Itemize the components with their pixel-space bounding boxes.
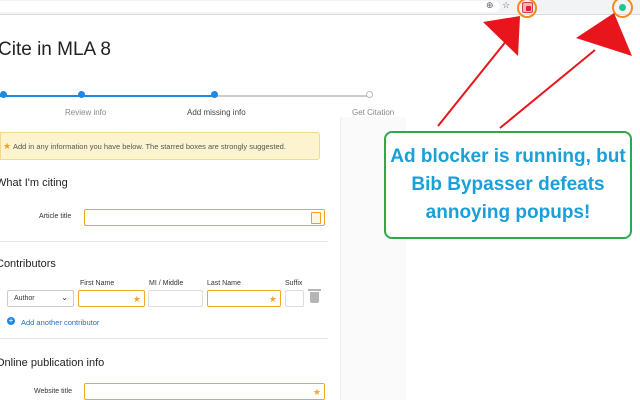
first-name-label: First Name — [80, 280, 115, 287]
arrow-head-left — [483, 16, 520, 56]
star-icon: ★ — [3, 141, 12, 151]
annotation-callout: Ad blocker is running, but Bib Bypasser … — [384, 131, 632, 239]
page-title: Cite in MLA 8 — [0, 39, 111, 60]
header-card: Cite in MLA 8 Review info Add missing in… — [0, 15, 406, 117]
star-icon: ★ — [132, 294, 141, 304]
star-icon: ★ — [312, 387, 321, 397]
star-icon: ★ — [268, 294, 277, 304]
website-title-input[interactable]: ★ — [84, 383, 325, 400]
website-title-label: Website title — [34, 388, 72, 395]
article-title-input[interactable] — [84, 209, 325, 226]
progress-dot-citation — [366, 91, 373, 98]
paste-icon[interactable] — [311, 212, 321, 224]
highlight-ring-extension — [517, 0, 537, 18]
progress-dot-missing — [211, 91, 218, 98]
suffix-label: Suffix — [285, 280, 303, 287]
last-name-input[interactable]: ★ — [207, 290, 281, 307]
progress-remaining — [214, 95, 370, 97]
step-add-missing[interactable]: Add missing info — [187, 108, 246, 117]
plus-icon[interactable]: + — [7, 317, 15, 325]
arrow-head-right — [576, 13, 632, 56]
zoom-icon[interactable]: ⊕ — [486, 1, 494, 12]
step-get-citation[interactable]: Get Citation — [352, 108, 394, 117]
info-notice: ★ Add in any information you have below.… — [0, 132, 320, 160]
callout-text: Ad blocker is running, but Bib Bypasser … — [386, 143, 630, 227]
mi-input[interactable] — [148, 290, 203, 307]
trash-icon[interactable] — [308, 289, 321, 303]
contributor-role-select[interactable]: Author ⌄ — [7, 290, 74, 307]
progress-complete — [0, 95, 214, 97]
step-review[interactable]: Review info — [65, 108, 106, 117]
divider — [0, 338, 328, 339]
last-name-label: Last Name — [207, 280, 241, 287]
first-name-input[interactable]: ★ — [78, 290, 145, 307]
callout-line: Bib Bypasser defeats — [411, 174, 605, 195]
article-title-label: Article title — [39, 213, 72, 220]
mi-label: MI / Middle — [149, 280, 184, 287]
callout-line: Ad blocker is running, but — [390, 146, 626, 167]
suffix-input[interactable] — [285, 290, 304, 307]
arrow-line-left — [437, 39, 508, 127]
callout-line: annoying popups! — [425, 202, 591, 223]
highlight-ring-adblock — [612, 0, 633, 18]
address-bar[interactable] — [0, 1, 500, 12]
arrow-line-right — [499, 49, 596, 129]
divider — [0, 241, 328, 242]
add-contributor-link[interactable]: Add another contributor — [21, 318, 99, 327]
section-citing: What I'm citing — [0, 177, 68, 189]
browser-toolbar: ⊕ ☆ — [0, 0, 640, 15]
role-value: Author — [14, 295, 35, 302]
progress-dot-review — [78, 91, 85, 98]
chevron-down-icon: ⌄ — [61, 293, 68, 302]
section-online-publication: Online publication info — [0, 357, 105, 369]
section-contributors: Contributors — [0, 258, 56, 270]
star-icon[interactable]: ☆ — [502, 1, 510, 12]
notice-text: Add in any information you have below. T… — [13, 142, 286, 151]
progress-dot-start — [0, 91, 7, 98]
